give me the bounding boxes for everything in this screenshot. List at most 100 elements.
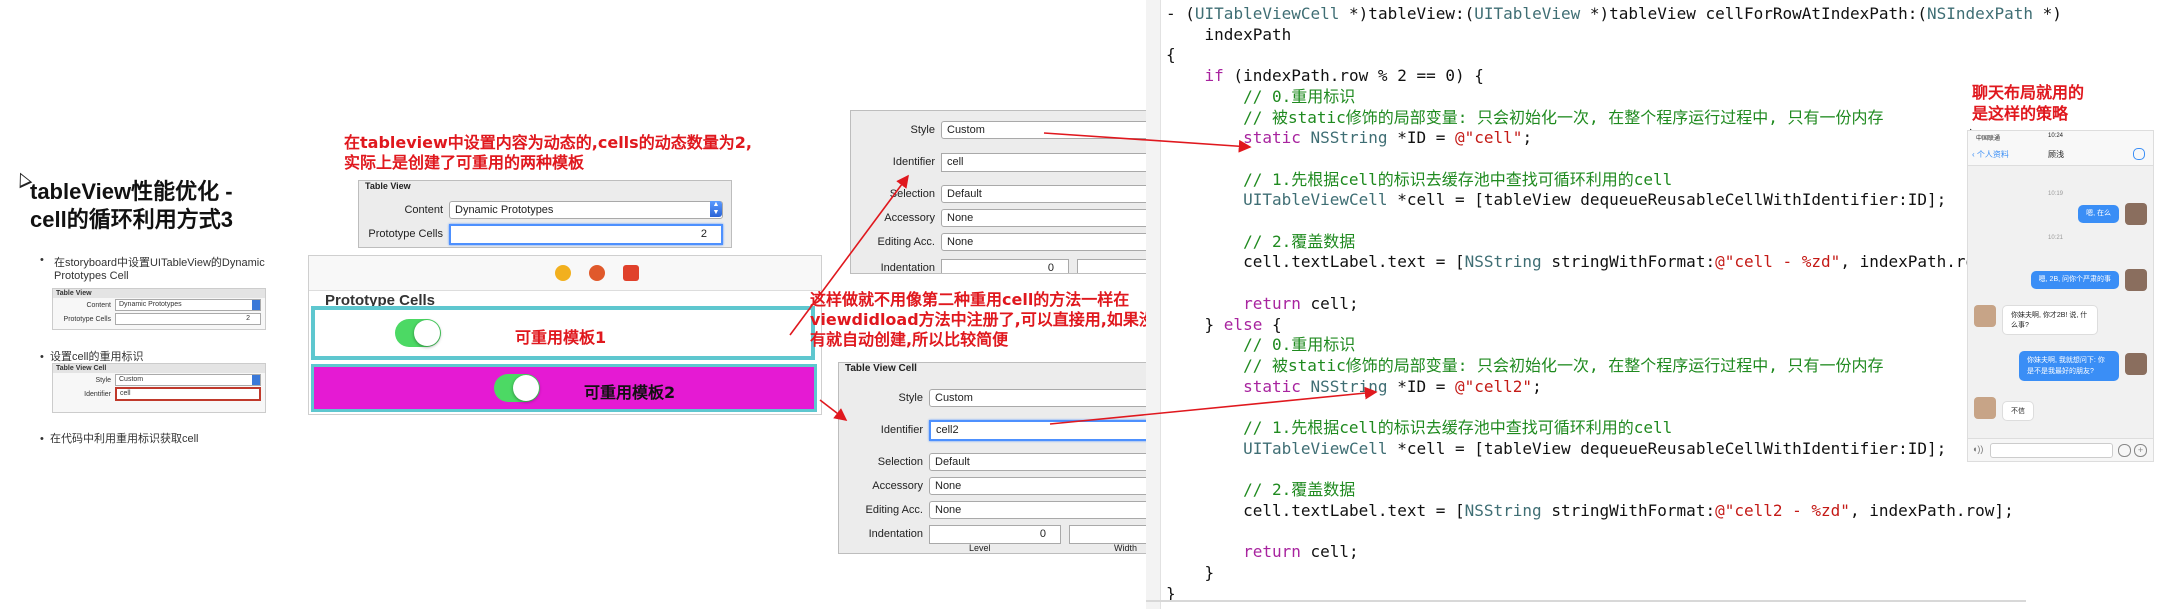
indentation-field[interactable]: 0 [941, 258, 1069, 273]
status-carrier: 中国联通 [1976, 136, 2001, 142]
avatar [1974, 397, 1996, 419]
style-label: Style [910, 124, 935, 136]
mini-identifier-label: Identifier [84, 390, 111, 398]
chat-bubble-received: 不信 [2002, 401, 2034, 421]
indentation-field[interactable]: 0 [929, 524, 1061, 544]
nav-bar: ‹ 个人资料 顾浅 [1968, 143, 2153, 166]
code-line: // 被static修饰的局部变量: 只会初始化一次, 在整个程序运行过程中, … [1243, 107, 1884, 127]
code-line: UITableViewCell *cell = [tableView deque… [1243, 190, 1947, 210]
code-line: // 0.重用标识 [1243, 335, 1356, 355]
input-bar: ◖)) + [1968, 438, 2153, 461]
mini-cell-inspector: Table View Cell Style Custom Identifier ce… [52, 363, 266, 413]
code-line: cell.textLabel.text = [NSString stringWi… [1166, 252, 2005, 272]
status-time: 10:24 [2048, 133, 2064, 139]
nav-title: 顾浅 [2048, 150, 2064, 159]
mini-style-label: Style [95, 376, 111, 384]
identifier-label: Identifier [880, 424, 923, 436]
tableview-inspector-header: Table View [365, 181, 411, 191]
mini-cell-header: Table View Cell [53, 364, 265, 373]
avatar [2125, 203, 2147, 225]
code-line: } else { [1166, 314, 1282, 334]
back-button[interactable]: ‹ 个人资料 [1972, 149, 2009, 160]
chat-bubble-sent: 嗯, 2B, 问你个严肃的事 [2030, 271, 2119, 289]
code-line: return cell; [1243, 293, 1359, 313]
editing-acc-label: Editing Acc. [865, 504, 923, 516]
code-line: // 被static修饰的局部变量: 只会初始化一次, 在整个程序运行过程中, … [1243, 355, 1884, 375]
chevron-down-icon [252, 300, 260, 310]
cell1-label: 可重用模板1 [515, 328, 607, 347]
code-line: cell.textLabel.text = [NSString stringWi… [1166, 500, 2014, 520]
tableview-inspector: Table View Content Dynamic Prototypes ▲ ▼ P… [358, 180, 732, 248]
time-label: 10:21 [2048, 235, 2064, 241]
status-bar: 中国联通 10:24 [1968, 131, 2153, 143]
code-line: // 1.先根据cell的标识去缓存池中查找可循环利用的cell [1243, 169, 1673, 189]
width-label: Width [1114, 543, 1138, 553]
style-label: Style [898, 392, 923, 404]
mini-prototype-label: Prototype Cells [63, 315, 111, 323]
code-line: indexPath [1166, 24, 1292, 44]
identifier-label: Identifier [892, 156, 935, 168]
slide-title: tableView性能优化 - cell的循环利用方式3 [30, 179, 233, 232]
message-input[interactable] [1990, 443, 2113, 458]
exit-icon[interactable] [623, 265, 639, 281]
accessory-label: Accessory [884, 212, 935, 224]
prototype-cells-label: Prototype Cells [368, 228, 443, 240]
mini-style-select[interactable]: Custom [115, 374, 261, 386]
mini-tableview-inspector: Table View Content Dynamic Prototypes Pro… [52, 288, 266, 330]
cell2-label: 可重用模板2 [584, 383, 676, 402]
emoji-icon[interactable] [2118, 444, 2131, 457]
code-line: // 2.覆盖数据 [1243, 231, 1356, 251]
code-line: } [1166, 562, 1215, 582]
chat-bubble-sent: 嗯, 在么 [2078, 205, 2119, 223]
bullet-3: • 在代码中利用重用标识获取cell [40, 433, 199, 445]
code-line: UITableViewCell *cell = [tableView deque… [1243, 438, 1947, 458]
chat-bubble-received: 你妹夫啊, 你才2B! 说, 什么事? [2002, 305, 2098, 335]
content-select[interactable]: Dynamic Prototypes ▲ ▼ [449, 201, 723, 219]
mini-prototype-field[interactable]: 2 [115, 313, 261, 325]
selection-label: Selection [889, 188, 935, 200]
avatar [2125, 269, 2147, 291]
mini-identifier-field[interactable]: cell [115, 387, 261, 401]
add-icon[interactable]: + [2134, 444, 2147, 457]
chat-phone-screenshot: 中国联通 10:24 ‹ 个人资料 顾浅 10:19 嗯, 在么 10:21 嗯… [1967, 130, 2154, 462]
storyboard-toolbar [309, 256, 821, 291]
cell-inspector-2-header: Table View Cell [845, 363, 917, 374]
content-label: Content [404, 204, 443, 216]
code-line: return cell; [1243, 542, 1359, 562]
code-line: static NSString *ID = @"cell"; [1243, 128, 1533, 148]
indentation-label: Indentation [880, 262, 935, 274]
toggle-switch[interactable] [494, 374, 540, 402]
chat-bubble-sent: 你妹夫啊, 我就想问下: 你是不是我最好的朋友? [2019, 351, 2119, 381]
annotation-top: 在tableview中设置内容为动态的,cells的动态数量为2, 实际上是创建… [344, 133, 752, 172]
mini-tableview-header: Table View [53, 289, 265, 298]
level-label: Level [969, 543, 991, 553]
avatar [2125, 353, 2147, 375]
code-line: // 0.重用标识 [1243, 86, 1356, 106]
profile-icon[interactable] [2133, 148, 2145, 160]
code-line: - (UITableViewCell *)tableView:(UITableV… [1166, 4, 2062, 23]
line-gutter [1146, 0, 1161, 609]
code-line: { [1166, 45, 1176, 65]
prototype-cells-field[interactable]: 2 [449, 223, 723, 245]
accessory-label: Accessory [872, 480, 923, 492]
mini-content-label: Content [86, 301, 111, 309]
selection-label: Selection [877, 456, 923, 468]
storyboard-canvas: Prototype Cells 可重用模板1 可重用模板2 [308, 255, 822, 415]
prototype-cell-2[interactable]: 可重用模板2 [311, 364, 817, 412]
bullet-2: • 设置cell的重用标识 [40, 351, 144, 363]
voice-icon[interactable]: ◖)) [1972, 444, 1983, 454]
toggle-switch[interactable] [395, 319, 441, 347]
chevron-down-icon [252, 375, 260, 385]
annotation-right: 聊天布局就用的 是这样的策略 [1972, 83, 2085, 123]
code-line: // 1.先根据cell的标识去缓存池中查找可循环利用的cell [1243, 418, 1673, 437]
mini-content-select[interactable]: Dynamic Prototypes [115, 299, 261, 311]
first-responder-icon[interactable] [589, 265, 605, 281]
code-line: // 2.覆盖数据 [1243, 480, 1356, 500]
avatar [1974, 305, 1996, 327]
code-editor[interactable]: - (UITableViewCell *)tableView:(UITableV… [1146, 0, 2062, 609]
chevron-updown-icon: ▲▼ [710, 201, 722, 217]
code-editor-bottom-border [1146, 600, 2026, 602]
prototype-cell-1[interactable]: 可重用模板1 [311, 306, 815, 360]
view-controller-icon[interactable] [555, 265, 571, 281]
time-label: 10:19 [2048, 191, 2064, 197]
